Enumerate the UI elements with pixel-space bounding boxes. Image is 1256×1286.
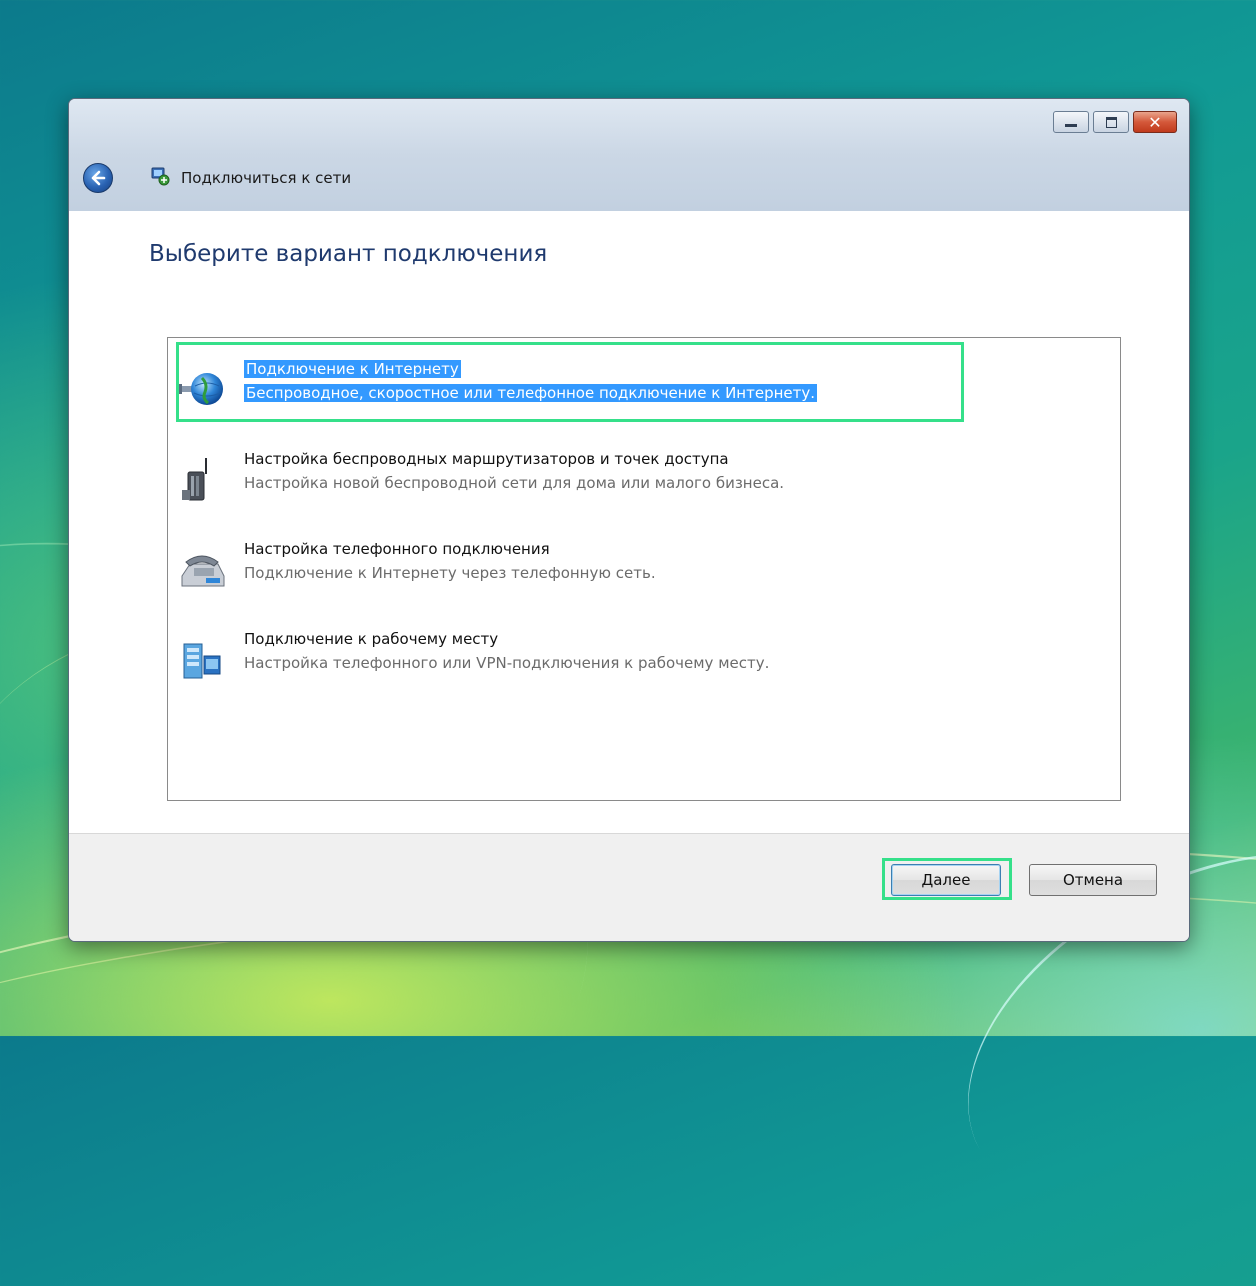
option-workplace-connection[interactable]: Подключение к рабочему месту Настройка т…: [168, 624, 1118, 694]
telephone-modem-icon: [181, 555, 225, 587]
option-title: Подключение к рабочему месту: [244, 630, 499, 648]
next-button-highlight-frame: [882, 858, 1012, 900]
workplace-network-icon: [183, 643, 221, 679]
title-bar: ✕ Подключиться к сети: [69, 99, 1189, 211]
network-connect-icon: [151, 167, 170, 186]
minimize-button[interactable]: [1053, 111, 1089, 133]
option-title: Настройка беспроводных маршрутизаторов и…: [244, 450, 729, 468]
selection-highlight-frame: [176, 342, 964, 422]
close-button[interactable]: ✕: [1133, 111, 1177, 133]
minimize-icon: [1065, 123, 1077, 127]
back-button[interactable]: [83, 163, 113, 193]
connection-options-list[interactable]: Подключение к Интернету Беспроводное, ск…: [167, 337, 1121, 801]
wizard-content: Выберите вариант подключения Подключение…: [69, 211, 1189, 833]
option-description: Настройка телефонного или VPN-подключени…: [244, 654, 770, 672]
connect-to-network-window: ✕ Подключиться к сети Выберите вариант п…: [68, 98, 1190, 942]
close-icon: ✕: [1148, 112, 1162, 132]
page-heading: Выберите вариант подключения: [149, 241, 548, 267]
option-wireless-router-setup[interactable]: Настройка беспроводных маршрутизаторов и…: [168, 444, 1118, 514]
maximize-icon: [1105, 116, 1117, 128]
option-description: Настройка новой беспроводной сети для до…: [244, 474, 785, 492]
caption-buttons: ✕: [1053, 111, 1177, 133]
option-description: Подключение к Интернету через телефонную…: [244, 564, 656, 582]
window-title: Подключиться к сети: [181, 169, 352, 187]
maximize-button[interactable]: [1093, 111, 1129, 133]
cancel-button[interactable]: Отмена: [1029, 864, 1157, 896]
wireless-router-icon: [182, 458, 207, 501]
option-title: Настройка телефонного подключения: [244, 540, 550, 558]
back-arrow-icon: [91, 170, 106, 186]
option-dialup-setup[interactable]: Настройка телефонного подключения Подклю…: [168, 534, 1118, 604]
wizard-footer: Далее Отмена: [69, 833, 1189, 941]
